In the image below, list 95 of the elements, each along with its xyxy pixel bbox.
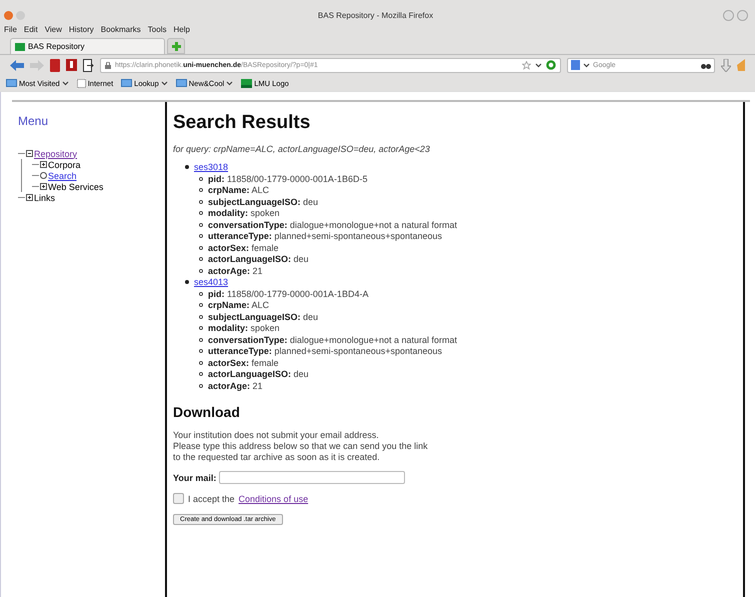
book-icon[interactable] xyxy=(66,59,77,71)
caret-icon xyxy=(226,80,234,86)
leaf-icon xyxy=(40,172,47,179)
checkbox[interactable] xyxy=(173,493,184,504)
field-line: utteranceType: planned+semi-spontaneous+spontaneous xyxy=(208,231,442,241)
menu-bar-item[interactable]: View xyxy=(44,24,62,34)
folder-icon xyxy=(6,79,17,87)
caret-icon xyxy=(160,80,168,86)
reload-icon[interactable] xyxy=(546,60,556,70)
field-line: actorSex: female xyxy=(208,358,279,368)
bullet-icon xyxy=(199,303,203,308)
new-tab-button[interactable] xyxy=(167,38,185,54)
bullet-icon xyxy=(199,372,203,376)
field-line: modality: spoken xyxy=(208,323,280,333)
bullet-icon xyxy=(199,222,203,227)
favicon-icon xyxy=(15,42,25,50)
bullet-icon xyxy=(185,165,189,170)
field-line: crpName: ALC xyxy=(208,300,270,310)
conditions-link[interactable]: Conditions of use xyxy=(238,494,308,504)
field-line: crpName: ALC xyxy=(208,185,270,195)
download-icon[interactable] xyxy=(721,58,731,72)
bullet-icon xyxy=(199,349,203,354)
expand-icon[interactable] xyxy=(26,194,33,201)
back-icon[interactable] xyxy=(10,60,24,70)
menu-bar-item[interactable]: File xyxy=(4,24,17,34)
bullet-icon xyxy=(199,338,203,342)
menu-bar-item[interactable]: Help xyxy=(173,24,190,34)
menu-bar-item[interactable]: Tools xyxy=(148,24,166,34)
browser-tab[interactable]: BAS Repository xyxy=(10,38,165,54)
menu-item[interactable]: Web Services xyxy=(48,182,104,192)
field-line: modality: spoken xyxy=(208,208,280,218)
field-line: subjectLanguageISO: deu xyxy=(208,312,318,322)
field-line: pid: 11858/00-1779-0000-001A-1BD4-A xyxy=(208,288,368,298)
session-link[interactable]: ses4013 xyxy=(194,277,228,287)
bullet-icon xyxy=(199,384,203,388)
query-text: for query: crpName=ALC, actorLanguageISO=deu, actorAge<23 xyxy=(173,144,431,154)
book-icon[interactable] xyxy=(50,58,60,72)
menu-heading: Menu xyxy=(18,114,50,128)
caret-icon xyxy=(62,80,69,86)
bullet-icon xyxy=(199,211,203,216)
star-icon[interactable] xyxy=(522,60,531,70)
field-line: subjectLanguageISO: deu xyxy=(208,196,318,206)
menu-bar-item[interactable]: Edit xyxy=(24,24,38,34)
bullet-icon xyxy=(185,280,189,284)
bullet-icon xyxy=(199,268,203,273)
exit-icon[interactable] xyxy=(83,58,94,72)
field-line: conversationType: dialogue+monologue+not a natural format xyxy=(208,334,457,344)
field-line: actorSex: female xyxy=(208,242,279,252)
menu-item[interactable]: Links xyxy=(34,192,56,202)
plus-icon xyxy=(172,42,180,50)
section-heading: Download xyxy=(173,404,241,420)
field-line: conversationType: dialogue+monologue+not a natural format xyxy=(208,220,457,230)
bullet-icon xyxy=(199,200,203,204)
bullet-icon xyxy=(199,360,203,365)
collapse-icon[interactable] xyxy=(26,150,33,157)
maximize-icon[interactable] xyxy=(737,10,748,20)
app-icon xyxy=(4,10,13,20)
session-link[interactable]: ses3018 xyxy=(194,162,228,172)
bullet-icon xyxy=(199,188,203,192)
field-line: utteranceType: planned+semi-spontaneous+spontaneous xyxy=(208,346,442,356)
page-heading: Search Results xyxy=(173,112,312,134)
search-engine-icon xyxy=(571,60,580,70)
field-label: Your mail: xyxy=(173,472,216,482)
bullet-icon xyxy=(199,234,203,238)
logo-icon xyxy=(241,78,252,88)
bullet-icon xyxy=(199,314,203,319)
menu-bar-item[interactable]: Bookmarks xyxy=(100,24,141,34)
field-line: actorLanguageISO: deu xyxy=(208,369,309,379)
field-line: actorAge: 21 xyxy=(208,380,263,390)
expand-icon[interactable] xyxy=(40,161,47,168)
notice-text: Your institution does not submit your email address. Please type this address below so that we can send you the link to the requested tar archive as soon as it is created. xyxy=(173,430,429,463)
mail-field[interactable] xyxy=(219,471,406,484)
bullet-icon xyxy=(199,326,203,330)
caret-icon xyxy=(583,62,590,68)
menu-bar-item[interactable]: History xyxy=(68,24,94,34)
window-title: BAS Repository - Mozilla Firefox xyxy=(316,10,434,20)
field-line: actorLanguageISO: deu xyxy=(208,254,309,264)
page-icon xyxy=(76,78,86,88)
folder-icon xyxy=(176,79,187,87)
bullet-icon xyxy=(199,176,203,181)
menu-link[interactable]: Repository xyxy=(34,148,78,158)
expand-icon[interactable] xyxy=(40,183,47,190)
lock-icon xyxy=(105,62,111,68)
minimize-icon[interactable] xyxy=(723,10,734,20)
bullet-icon xyxy=(199,257,203,262)
bullet-icon xyxy=(199,292,203,296)
bullet-icon xyxy=(199,246,203,250)
binoculars-icon[interactable] xyxy=(701,62,711,68)
checkbox-label: I accept the xyxy=(188,494,235,504)
folder-icon xyxy=(121,79,132,87)
field-line: pid: 11858/00-1779-0000-001A-1B6D-5 xyxy=(208,174,368,184)
caret-icon xyxy=(535,62,542,68)
menu-link[interactable]: Search xyxy=(48,170,77,180)
menu-item[interactable]: Corpora xyxy=(48,160,81,170)
field-line: actorAge: 21 xyxy=(208,266,263,276)
